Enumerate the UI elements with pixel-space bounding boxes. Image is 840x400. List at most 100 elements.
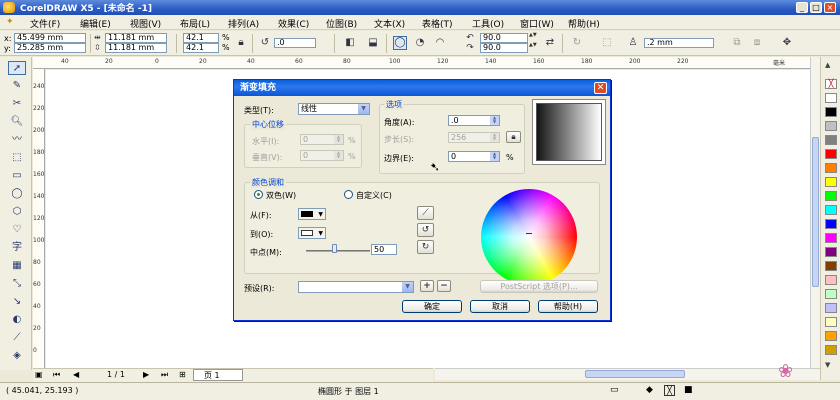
type-select[interactable]: 线性 ▼ bbox=[298, 103, 370, 115]
palette-swatch[interactable] bbox=[825, 275, 837, 285]
pie-mode-icon[interactable]: ◔ bbox=[413, 36, 427, 50]
blend-tool-icon[interactable]: ◐ bbox=[8, 313, 26, 327]
edge-pad-field[interactable]: 0 ▲ ▼ bbox=[448, 151, 500, 162]
midpoint-slider-track[interactable] bbox=[306, 250, 370, 252]
menu-effects[interactable]: 效果(C) bbox=[278, 17, 309, 30]
menu-tools[interactable]: 工具(O) bbox=[472, 17, 504, 30]
palette-swatch[interactable] bbox=[825, 163, 837, 173]
palette-swatch[interactable] bbox=[825, 205, 837, 215]
palette-swatch[interactable] bbox=[825, 191, 837, 201]
next-page-icon[interactable]: ▶ bbox=[143, 370, 149, 379]
prev-page-icon[interactable]: ◀ bbox=[73, 370, 79, 379]
help-button[interactable]: 帮助(H) bbox=[538, 300, 598, 313]
presets-select[interactable]: ▼ bbox=[298, 281, 414, 293]
ellipse-tool-icon[interactable]: ◯ bbox=[8, 187, 26, 201]
rectangle-tool-icon[interactable]: ▭ bbox=[8, 169, 26, 183]
fill-tool-icon[interactable]: ◈ bbox=[8, 349, 26, 363]
palette-swatch[interactable] bbox=[825, 289, 837, 299]
eyedropper-tool-icon[interactable]: ⟋ bbox=[8, 331, 26, 345]
menu-window[interactable]: 窗口(W) bbox=[520, 17, 554, 30]
straight-blend-icon[interactable]: ⟋ bbox=[417, 206, 434, 220]
document-icon[interactable]: ✦ bbox=[6, 17, 14, 27]
color-wheel[interactable] bbox=[481, 189, 577, 285]
gradient-preview[interactable] bbox=[536, 103, 602, 161]
menu-view[interactable]: 视图(V) bbox=[130, 17, 161, 30]
ellipse-mode-icon[interactable]: ◯ bbox=[393, 36, 407, 50]
palette-scroll-up-icon[interactable]: ▲ bbox=[825, 61, 830, 69]
dialog-close-button[interactable]: ✕ bbox=[594, 82, 607, 94]
close-button[interactable]: × bbox=[824, 2, 836, 13]
last-page-icon[interactable]: ⏭ bbox=[161, 370, 168, 380]
horizontal-offset-field[interactable]: 0 ▲ ▼ bbox=[300, 134, 344, 145]
angle-field[interactable]: .0 ▲ ▼ bbox=[448, 115, 500, 126]
two-color-radio[interactable] bbox=[254, 190, 263, 199]
steps-field[interactable]: 256 ▲ ▼ bbox=[448, 132, 500, 143]
palette-swatch[interactable] bbox=[825, 261, 837, 271]
to-color-picker[interactable]: ▼ bbox=[298, 227, 326, 239]
scale-y-field[interactable]: 42.1 bbox=[183, 43, 219, 53]
minimize-button[interactable]: _ bbox=[796, 2, 808, 13]
palette-swatch[interactable] bbox=[825, 345, 837, 355]
scale-x-field[interactable]: 42.1 bbox=[183, 33, 219, 43]
dimension-tool-icon[interactable]: ⤡ bbox=[8, 277, 26, 291]
width-field[interactable]: 11.181 mm bbox=[105, 33, 167, 43]
rotation-field[interactable]: .0 bbox=[274, 38, 316, 48]
end-angle-spinner[interactable]: ▲▼ bbox=[529, 43, 537, 53]
menu-file[interactable]: 文件(F) bbox=[30, 17, 60, 30]
counterclockwise-blend-icon[interactable]: ↺ bbox=[417, 223, 434, 237]
palette-swatch[interactable] bbox=[825, 233, 837, 243]
convert-to-curves-icon[interactable]: ✥ bbox=[780, 36, 794, 50]
page-options-icon[interactable]: ▣ bbox=[35, 370, 43, 379]
connector-tool-icon[interactable]: ↘ bbox=[8, 295, 26, 309]
break-apart-icon[interactable]: ⧈ bbox=[750, 36, 764, 50]
pick-tool-icon[interactable]: ➚ bbox=[8, 61, 26, 75]
end-angle-field[interactable]: 90.0 bbox=[480, 43, 528, 53]
palette-swatch[interactable] bbox=[825, 93, 837, 103]
start-angle-field[interactable]: 90.0 bbox=[480, 33, 528, 43]
palette-swatch[interactable] bbox=[825, 247, 837, 257]
menu-arrange[interactable]: 排列(A) bbox=[228, 17, 259, 30]
wrap-text-icon[interactable]: ↻ bbox=[570, 36, 584, 50]
midpoint-field[interactable]: 50 bbox=[371, 244, 397, 255]
ok-button[interactable]: 确定 bbox=[402, 300, 462, 313]
custom-radio[interactable] bbox=[344, 190, 353, 199]
palette-swatch[interactable] bbox=[825, 121, 837, 131]
palette-swatch[interactable] bbox=[825, 303, 837, 313]
lock-ratio-icon[interactable]: 🔒︎ bbox=[234, 36, 248, 50]
y-position-field[interactable]: 25.285 mm bbox=[14, 43, 86, 53]
vertical-offset-field[interactable]: 0 ▲ ▼ bbox=[300, 150, 344, 161]
palette-swatch[interactable] bbox=[825, 107, 837, 117]
shape-tool-icon[interactable]: ✎ bbox=[8, 79, 26, 93]
combine-icon[interactable]: ⧉ bbox=[730, 36, 744, 50]
add-page-icon[interactable]: ⊞ bbox=[179, 370, 186, 379]
remove-preset-icon[interactable]: − bbox=[437, 280, 451, 292]
steps-lock-icon[interactable]: 🔒︎ bbox=[506, 131, 521, 143]
palette-swatch[interactable] bbox=[825, 135, 837, 145]
cancel-button[interactable]: 取消 bbox=[470, 300, 530, 313]
page-tab[interactable]: 页 1 bbox=[193, 369, 243, 381]
palette-swatch[interactable] bbox=[825, 317, 837, 327]
smart-fill-icon[interactable]: ⬚ bbox=[8, 151, 26, 165]
vertical-scroll-thumb[interactable] bbox=[812, 137, 819, 287]
arc-mode-icon[interactable]: ◠ bbox=[433, 36, 447, 50]
table-tool-icon[interactable]: ▦ bbox=[8, 259, 26, 273]
palette-scroll-down-icon[interactable]: ▼ bbox=[825, 361, 830, 369]
freehand-tool-icon[interactable]: 〰 bbox=[8, 133, 26, 147]
menu-layout[interactable]: 布局(L) bbox=[180, 17, 210, 30]
crop-tool-icon[interactable]: ✂ bbox=[8, 97, 26, 111]
clockwise-blend-icon[interactable]: ↻ bbox=[417, 240, 434, 254]
menu-help[interactable]: 帮助(H) bbox=[568, 17, 600, 30]
zoom-tool-icon[interactable]: 🔍︎ bbox=[8, 115, 26, 129]
palette-swatch[interactable] bbox=[825, 149, 837, 159]
first-page-icon[interactable]: ⏮ bbox=[53, 370, 60, 380]
menu-bitmaps[interactable]: 位图(B) bbox=[326, 17, 357, 30]
postscript-options-button[interactable]: PostScript 选项(P)... bbox=[480, 280, 598, 293]
no-color-swatch[interactable]: ╳ bbox=[825, 79, 837, 89]
midpoint-slider-thumb[interactable] bbox=[332, 244, 337, 253]
horizontal-scrollbar[interactable] bbox=[435, 368, 820, 380]
x-position-field[interactable]: 45.499 mm bbox=[14, 33, 86, 43]
maximize-button[interactable]: □ bbox=[810, 2, 822, 13]
polygon-tool-icon[interactable]: ⬡ bbox=[8, 205, 26, 219]
menu-text[interactable]: 文本(X) bbox=[374, 17, 405, 30]
outline-width-field[interactable]: .2 mm bbox=[644, 38, 714, 48]
